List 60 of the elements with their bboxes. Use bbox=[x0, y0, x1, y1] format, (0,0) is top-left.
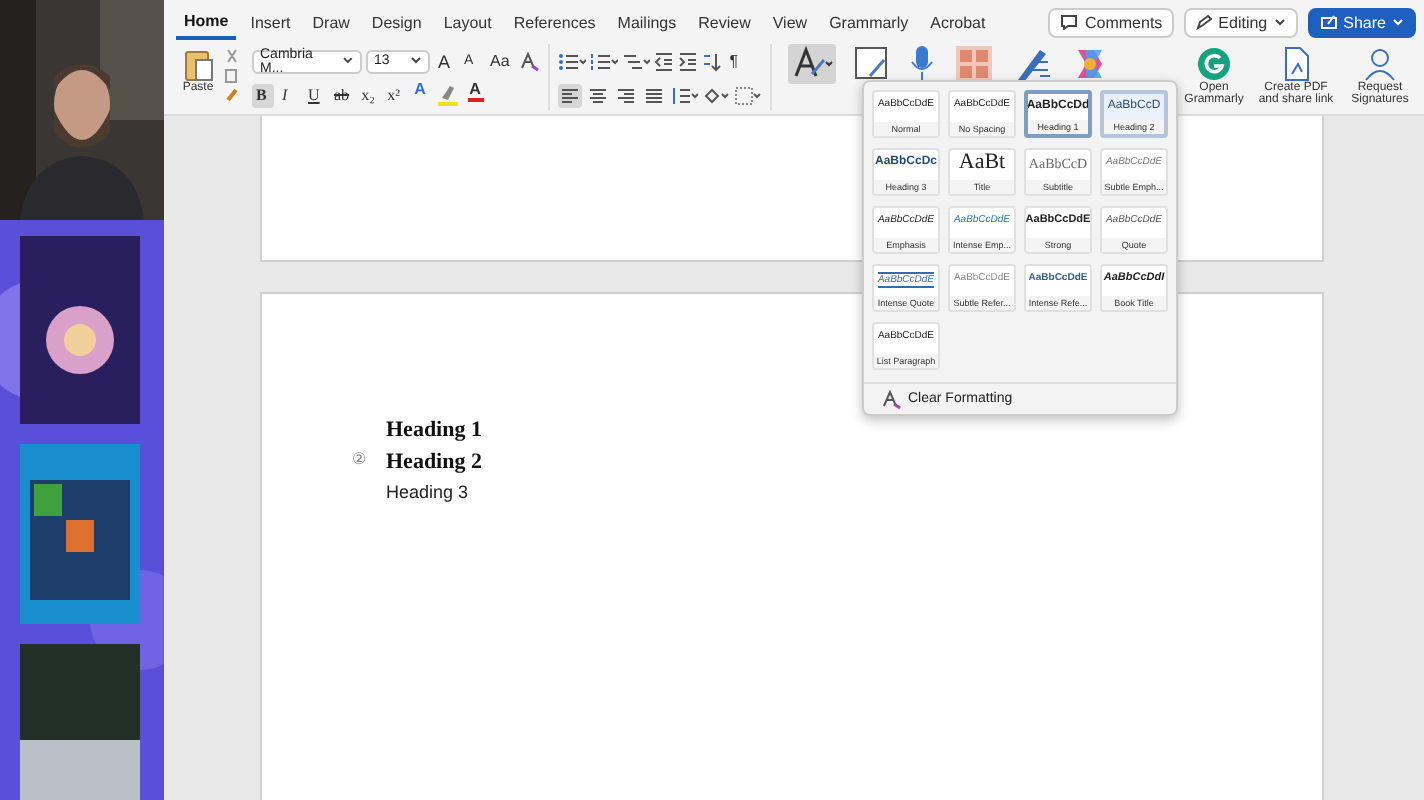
ribbon-tab[interactable]: References bbox=[505, 7, 604, 37]
heading-text: Heading 2 bbox=[386, 450, 484, 474]
ribbon-tab[interactable]: Insert bbox=[242, 7, 299, 37]
ribbon-tab[interactable]: View bbox=[764, 7, 816, 37]
decrease-indent-icon[interactable] bbox=[653, 51, 674, 71]
ribbon-tab[interactable]: Grammarly bbox=[821, 7, 917, 37]
font-color-button[interactable]: A bbox=[463, 82, 488, 108]
copy-icon[interactable] bbox=[224, 68, 240, 84]
increase-indent-icon[interactable] bbox=[677, 51, 698, 71]
heading-text: Heading 3 bbox=[386, 482, 471, 502]
styles-icon[interactable] bbox=[787, 44, 836, 84]
clear-format-icon[interactable] bbox=[517, 50, 540, 72]
ribbon-tab[interactable]: Review bbox=[690, 7, 759, 37]
ribbon-tab[interactable]: Home bbox=[176, 5, 237, 39]
share-button[interactable]: Share bbox=[1307, 7, 1416, 37]
styles-pane-icon[interactable] bbox=[853, 44, 890, 84]
editing-button[interactable]: Editing bbox=[1184, 7, 1298, 37]
strikethrough-button[interactable]: ab bbox=[330, 83, 354, 107]
person-icon bbox=[1362, 46, 1398, 82]
chevron-icon bbox=[342, 56, 354, 66]
superscript-button[interactable]: x² bbox=[383, 83, 406, 107]
bullets-icon[interactable] bbox=[557, 51, 586, 71]
align-right-button[interactable] bbox=[613, 83, 638, 107]
scissors-icon[interactable] bbox=[224, 48, 240, 64]
chevron-icon bbox=[1392, 17, 1404, 27]
borders-icon[interactable] bbox=[733, 85, 762, 105]
change-case-button[interactable]: Aa bbox=[486, 49, 514, 73]
show-formatting-button[interactable]: ¶ bbox=[725, 49, 748, 73]
brush-icon[interactable] bbox=[224, 88, 240, 104]
italic-button[interactable]: I bbox=[278, 83, 300, 107]
align-center-button[interactable] bbox=[585, 83, 610, 107]
ribbon-tab[interactable]: Layout bbox=[435, 7, 500, 37]
share-icon bbox=[1319, 14, 1338, 30]
highlighter-icon[interactable] bbox=[435, 84, 460, 106]
microphone-icon[interactable] bbox=[907, 44, 936, 84]
heading-text: Heading 1 bbox=[386, 418, 484, 442]
align-left-button[interactable] bbox=[557, 83, 582, 107]
chevron-icon bbox=[1273, 17, 1286, 27]
grid-icon[interactable] bbox=[953, 44, 994, 84]
align-justify-button[interactable] bbox=[641, 83, 666, 107]
ribbon-tab[interactable]: Acrobat bbox=[922, 7, 994, 37]
ribbon-tab[interactable]: Draw bbox=[304, 7, 358, 37]
chevron-icon bbox=[410, 56, 422, 66]
pencil-icon bbox=[1196, 14, 1213, 30]
bold-button[interactable]: B bbox=[252, 83, 274, 107]
multilevel-list-icon[interactable] bbox=[621, 51, 650, 71]
underline-button[interactable]: U bbox=[304, 83, 326, 107]
ribbon-tab[interactable]: Mailings bbox=[609, 7, 685, 37]
numbering-icon[interactable] bbox=[589, 51, 618, 71]
ribbon-tab[interactable]: Design bbox=[363, 7, 430, 37]
shading-icon[interactable] bbox=[701, 85, 730, 105]
comments-button[interactable]: Comments bbox=[1048, 7, 1175, 37]
clear-format-icon bbox=[880, 388, 902, 410]
line-spacing-icon[interactable] bbox=[669, 85, 698, 105]
paragraph-marker: ② bbox=[352, 450, 367, 468]
comment-icon bbox=[1060, 14, 1079, 30]
grow-font-button[interactable]: A bbox=[434, 49, 456, 73]
text-effects-button[interactable]: A bbox=[409, 82, 432, 108]
sort-icon[interactable] bbox=[701, 51, 722, 71]
subscript-button[interactable]: x₂ bbox=[357, 83, 380, 107]
